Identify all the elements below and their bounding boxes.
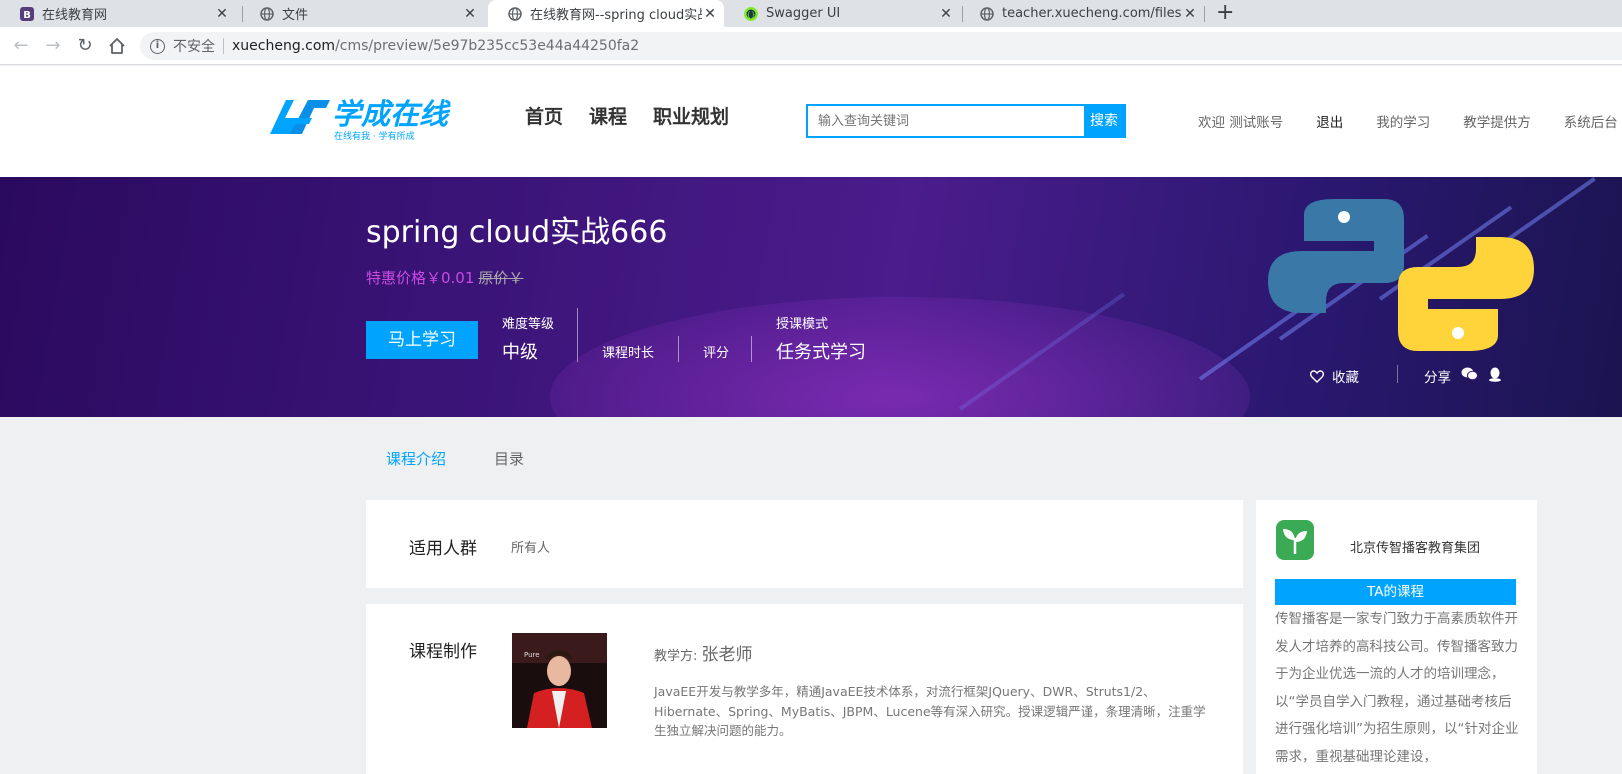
provider-link[interactable]: 教学提供方 [1463, 111, 1531, 131]
bootstrap-icon: B [20, 6, 34, 21]
browser-tab-3-active[interactable]: 在线教育网--spring cloud实战6 ✕ [488, 0, 724, 27]
ta-courses-button[interactable]: TA的课程 [1275, 579, 1516, 605]
stat-divider [678, 336, 679, 362]
home-icon[interactable] [106, 35, 128, 57]
tab-title: teacher.xuecheng.com/filesyst [1002, 6, 1182, 21]
tab-course-intro[interactable]: 课程介绍 [386, 448, 446, 469]
close-icon[interactable]: ✕ [702, 6, 718, 22]
browser-tab-bar: B 在线教育网 ✕ 文件 ✕ 在线教育网--spring cloud实战6 ✕ … [0, 0, 1622, 27]
search-box: 搜索 [806, 104, 1126, 138]
course-banner: spring cloud实战666 特惠价格￥0.01 原价￥ 马上学习 难度等级… [0, 177, 1622, 417]
sprout-icon [1276, 520, 1314, 560]
url-omnibox[interactable]: i 不安全 xuecheng.com /cms/preview/5e97b235… [140, 32, 1622, 60]
swagger-icon: {} [744, 6, 758, 21]
globe-icon [980, 6, 994, 21]
back-icon[interactable]: ← [10, 35, 32, 57]
close-icon[interactable]: ✕ [1182, 6, 1198, 22]
welcome-text: 欢迎 测试账号 [1198, 115, 1284, 131]
duration-label: 课程时长 [602, 346, 655, 361]
photo-caption: Pure [524, 651, 540, 659]
qq-icon[interactable] [1488, 367, 1502, 386]
address-bar: ← → ↻ i 不安全 xuecheng.com /cms/preview/5e… [0, 27, 1622, 65]
tab-separator [1204, 6, 1205, 22]
logo-text: 学成在线 [332, 97, 451, 131]
rating-label: 评分 [703, 346, 730, 361]
stat-divider [751, 336, 752, 362]
info-icon[interactable]: i [150, 38, 165, 54]
difficulty-value: 中级 [502, 342, 538, 363]
url-host: xuecheng.com [232, 38, 336, 54]
favorite-label: 收藏 [1332, 370, 1359, 386]
nav-career[interactable]: 职业规划 [653, 102, 729, 129]
my-learning-link[interactable]: 我的学习 [1376, 111, 1430, 131]
close-icon[interactable]: ✕ [938, 6, 954, 22]
mode-value: 任务式学习 [776, 342, 866, 363]
teacher-info: 教学方: 张老师 [654, 640, 753, 665]
logout-link[interactable]: 退出 [1316, 111, 1343, 131]
production-title: 课程制作 [409, 642, 477, 662]
teacher-photo: Pure [512, 633, 607, 728]
globe-icon [508, 6, 522, 21]
teacher-name: 张老师 [701, 645, 753, 665]
nav-courses[interactable]: 课程 [589, 102, 627, 129]
favorite-button[interactable]: 收藏 [1310, 366, 1359, 386]
original-price: 原价￥ [478, 269, 524, 287]
nav-home[interactable]: 首页 [525, 102, 563, 129]
main-nav: 首页 课程 职业规划 [525, 102, 755, 129]
audience-card [366, 500, 1243, 588]
organization-name: 北京传智播客教育集团 [1350, 541, 1481, 556]
admin-link[interactable]: 系统后台 [1564, 111, 1618, 131]
tab-title: 文件 [282, 8, 309, 23]
site-header: 学成在线 在线有我 · 学有所成 首页 课程 职业规划 搜索 欢迎 测试账号 退… [0, 66, 1622, 177]
url-divider [223, 38, 224, 54]
new-tab-button[interactable]: + [1216, 0, 1234, 27]
wechat-icon[interactable] [1461, 367, 1478, 385]
audience-value: 所有人 [511, 541, 551, 556]
python-logo [1264, 195, 1538, 355]
mode-label: 授课模式 [776, 317, 829, 332]
browser-tab-5[interactable]: teacher.xuecheng.com/filesyst ✕ [960, 0, 1204, 27]
logo-slogan: 在线有我 · 学有所成 [334, 130, 415, 142]
svg-text:{}: {} [747, 11, 756, 19]
browser-tab-2[interactable]: 文件 ✕ [240, 0, 484, 27]
tab-title: 在线教育网 [42, 8, 108, 23]
share-label: 分享 [1424, 370, 1451, 386]
tab-title: 在线教育网--spring cloud实战6 [530, 8, 702, 23]
browser-tab-1[interactable]: B 在线教育网 ✕ [0, 0, 236, 27]
close-icon[interactable]: ✕ [462, 6, 478, 22]
globe-icon [260, 6, 274, 21]
difficulty-label: 难度等级 [502, 317, 555, 332]
course-title: spring cloud实战666 [366, 215, 668, 250]
share-area: 分享 [1424, 366, 1502, 386]
tab-catalog[interactable]: 目录 [494, 448, 524, 469]
heart-icon [1310, 369, 1324, 383]
start-learning-button[interactable]: 马上学习 [366, 321, 478, 359]
search-input[interactable] [808, 106, 1084, 136]
site-logo[interactable]: 学成在线 在线有我 · 学有所成 [268, 94, 468, 144]
special-price: 特惠价格￥0.01 [366, 269, 475, 287]
reload-icon[interactable]: ↻ [74, 35, 96, 57]
user-nav: 欢迎 测试账号 退出 我的学习 教学提供方 系统后台 [1198, 111, 1622, 131]
stat-divider [577, 308, 578, 362]
teacher-label: 教学方: [654, 649, 698, 664]
banner-glow [550, 297, 1250, 417]
audience-title: 适用人群 [409, 539, 477, 559]
svg-text:B: B [23, 10, 31, 21]
insecure-label: 不安全 [173, 39, 215, 55]
search-button[interactable]: 搜索 [1084, 106, 1124, 136]
tab-title: Swagger UI [766, 6, 841, 21]
close-icon[interactable]: ✕ [214, 6, 230, 22]
browser-tab-4[interactable]: {} Swagger UI ✕ [724, 0, 960, 27]
url-path: /cms/preview/5e97b235cc53e44a44250fa2 [335, 38, 640, 54]
share-divider [1397, 365, 1398, 383]
forward-icon[interactable]: → [42, 35, 64, 57]
teacher-description: JavaEE开发与教学多年，精通JavaEE技术体系，对流行框架JQuery、D… [654, 684, 1206, 738]
organization-description: 传智播客是一家专门致力于高素质软件开发人才培养的高科技公司。传智播客致力于为企业… [1275, 611, 1519, 765]
course-price: 特惠价格￥0.01 原价￥ [366, 267, 523, 288]
